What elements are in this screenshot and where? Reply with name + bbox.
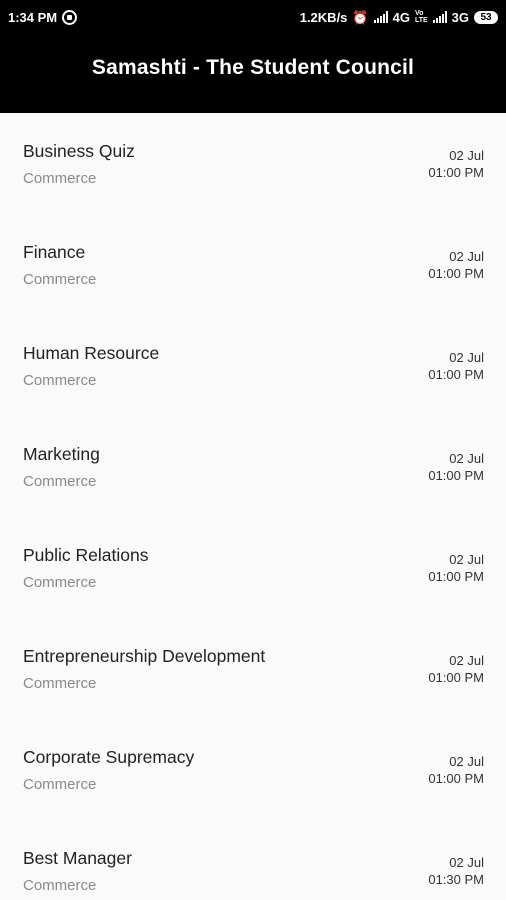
signal-icon <box>373 11 388 23</box>
battery-icon: 53 <box>474 10 498 24</box>
network-type-1: 4G <box>392 9 410 25</box>
event-item-human-resource[interactable]: Human Resource Commerce 02 Jul 01:00 PM <box>0 315 506 416</box>
status-left: 1:34 PM <box>8 9 78 25</box>
event-category: Commerce <box>23 776 97 793</box>
event-date: 02 Jul <box>449 451 484 466</box>
event-category: Commerce <box>23 877 97 894</box>
event-item-finance[interactable]: Finance Commerce 02 Jul 01:00 PM <box>0 214 506 315</box>
event-category: Commerce <box>23 372 97 389</box>
event-title: Best Manager <box>23 848 132 868</box>
event-item-entrepreneurship-development[interactable]: Entrepreneurship Development Commerce 02… <box>0 618 506 719</box>
event-item-marketing[interactable]: Marketing Commerce 02 Jul 01:00 PM <box>0 416 506 517</box>
event-title: Marketing <box>23 444 100 464</box>
event-date: 02 Jul <box>449 855 484 870</box>
event-date: 02 Jul <box>449 552 484 567</box>
event-time: 01:00 PM <box>428 468 484 483</box>
volte-bottom: LTE <box>414 17 428 24</box>
event-item-corporate-supremacy[interactable]: Corporate Supremacy Commerce 02 Jul 01:0… <box>0 719 506 820</box>
event-title: Human Resource <box>23 343 160 363</box>
volte-icon: Vo LTE <box>415 10 428 24</box>
event-date: 02 Jul <box>449 249 484 264</box>
event-title: Corporate Supremacy <box>23 747 195 767</box>
event-time: 01:00 PM <box>428 771 484 786</box>
event-item-public-relations[interactable]: Public Relations Commerce 02 Jul 01:00 P… <box>0 517 506 618</box>
signal-icon-2 <box>432 11 447 23</box>
event-title: Entrepreneurship Development <box>23 646 266 666</box>
event-date: 02 Jul <box>449 148 484 163</box>
event-category: Commerce <box>23 473 97 490</box>
volte-top: Vo <box>414 10 424 17</box>
whatsapp-icon <box>62 9 78 25</box>
status-right: 1.2KB/s ⏰ 4G Vo LTE 3G 53 <box>300 10 498 25</box>
event-time: 01:00 PM <box>428 569 484 584</box>
event-date: 02 Jul <box>449 350 484 365</box>
event-list: Business Quiz Commerce 02 Jul 01:00 PM F… <box>0 113 506 900</box>
event-date: 02 Jul <box>449 653 484 668</box>
event-title: Business Quiz <box>23 141 135 161</box>
app-header: 1:34 PM 1.2KB/s ⏰ 4G Vo LTE 3G 53 Samash… <box>0 0 506 113</box>
event-time: 01:00 PM <box>428 670 484 685</box>
event-time: 01:00 PM <box>428 367 484 382</box>
app-title: Samashti - The Student Council <box>91 56 415 79</box>
event-time: 01:00 PM <box>428 165 484 180</box>
event-category: Commerce <box>23 170 97 187</box>
event-category: Commerce <box>23 271 97 288</box>
status-bar: 1:34 PM 1.2KB/s ⏰ 4G Vo LTE 3G 53 <box>0 0 506 34</box>
event-category: Commerce <box>23 675 97 692</box>
status-time: 1:34 PM <box>8 9 58 25</box>
network-type-2: 3G <box>451 9 469 25</box>
event-title: Finance <box>23 242 86 262</box>
event-category: Commerce <box>23 574 97 591</box>
event-title: Public Relations <box>23 545 149 565</box>
screen: 1:34 PM 1.2KB/s ⏰ 4G Vo LTE 3G 53 Samash… <box>0 0 506 900</box>
event-item-best-manager[interactable]: Best Manager Commerce 02 Jul 01:30 PM <box>0 820 506 900</box>
network-speed: 1.2KB/s <box>299 9 348 25</box>
battery-level: 53 <box>480 11 492 23</box>
event-time: 01:30 PM <box>428 872 484 887</box>
event-date: 02 Jul <box>449 754 484 769</box>
event-time: 01:00 PM <box>428 266 484 281</box>
alarm-off-icon: ⏰ <box>352 9 369 25</box>
event-item-business-quiz[interactable]: Business Quiz Commerce 02 Jul 01:00 PM <box>0 113 506 214</box>
